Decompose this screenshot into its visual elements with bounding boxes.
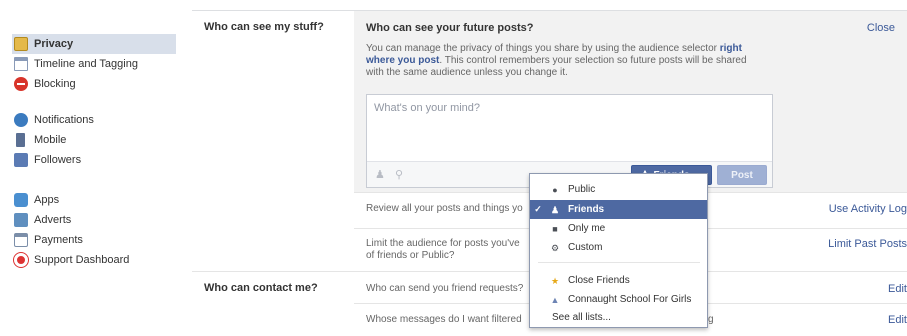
gear-icon: ⚙ bbox=[550, 242, 560, 253]
lock-icon: ■ bbox=[552, 223, 558, 234]
payments-icon bbox=[14, 233, 28, 247]
sidebar-item-blocking[interactable]: Blocking bbox=[12, 74, 176, 94]
friends-icon: ♟ bbox=[550, 204, 560, 215]
menu-item-connaught-school[interactable]: ▲ Connaught School For Girls bbox=[530, 290, 707, 309]
future-posts-editor: Who can see your future posts? Close You… bbox=[354, 11, 907, 192]
sidebar-item-notifications[interactable]: Notifications bbox=[12, 110, 176, 130]
apps-icon bbox=[14, 193, 28, 207]
school-icon: ▲ bbox=[550, 294, 560, 305]
sidebar-item-label: Adverts bbox=[34, 214, 72, 226]
section-label-contact: Who can contact me? bbox=[204, 282, 318, 294]
menu-item-friends[interactable]: ✓ ♟ Friends bbox=[530, 200, 707, 219]
message-filtering-text-tail: g bbox=[708, 314, 714, 325]
menu-item-label: Only me bbox=[568, 223, 606, 234]
menu-item-label: Custom bbox=[568, 242, 603, 253]
sidebar-item-privacy[interactable]: Privacy bbox=[12, 34, 176, 54]
menu-item-label: Public bbox=[568, 184, 596, 195]
limit-past-posts-text: Limit the audience for posts you've of f… bbox=[366, 238, 520, 262]
menu-item-label: Friends bbox=[568, 204, 605, 215]
globe-icon bbox=[14, 113, 28, 127]
menu-item-see-all-lists[interactable]: See all lists... bbox=[530, 308, 707, 327]
timeline-icon bbox=[14, 57, 28, 71]
sidebar-item-label: Followers bbox=[34, 154, 82, 166]
editor-description: You can manage the privacy of things you… bbox=[366, 43, 766, 79]
menu-item-only-me[interactable]: ■ Only me bbox=[530, 219, 707, 238]
sidebar-item-label: Notifications bbox=[34, 114, 94, 126]
menu-item-label: Connaught School For Girls bbox=[568, 294, 692, 305]
post-button[interactable]: Post bbox=[717, 165, 767, 185]
menu-item-label: Close Friends bbox=[568, 275, 630, 286]
check-icon: ✓ bbox=[534, 204, 542, 214]
menu-item-label: See all lists... bbox=[552, 312, 611, 323]
close-link[interactable]: Close bbox=[867, 22, 895, 34]
menu-item-public[interactable]: ● Public bbox=[530, 180, 707, 199]
message-filtering-edit-link[interactable]: Edit bbox=[888, 314, 907, 326]
sidebar-item-label: Payments bbox=[34, 234, 83, 246]
sidebar-group-privacy: Privacy Timeline and Tagging Blocking bbox=[12, 34, 176, 94]
sidebar-item-apps[interactable]: Apps bbox=[12, 190, 176, 210]
review-posts-text: Review all your posts and things yo bbox=[366, 203, 523, 214]
section-label-stuff: Who can see my stuff? bbox=[204, 21, 324, 33]
sidebar-item-support-dashboard[interactable]: Support Dashboard bbox=[12, 250, 176, 270]
sidebar-item-label: Timeline and Tagging bbox=[34, 58, 138, 70]
menu-item-close-friends[interactable]: ★ Close Friends bbox=[530, 271, 707, 290]
sidebar-item-timeline[interactable]: Timeline and Tagging bbox=[12, 54, 176, 74]
sidebar-item-label: Privacy bbox=[34, 38, 74, 50]
sidebar-group-apps: Apps Adverts Payments Support Dashboard bbox=[12, 190, 176, 270]
sidebar-item-followers[interactable]: Followers bbox=[12, 150, 176, 170]
limit-text-line: Limit the audience for posts you've bbox=[366, 238, 520, 249]
globe-icon: ● bbox=[552, 184, 558, 195]
friend-requests-edit-link[interactable]: Edit bbox=[888, 283, 907, 295]
sidebar-item-label: Apps bbox=[34, 194, 60, 206]
sidebar-item-mobile[interactable]: Mobile bbox=[12, 130, 176, 150]
tag-friends-icon[interactable]: ♟ bbox=[375, 169, 385, 181]
sidebar-item-adverts[interactable]: Adverts bbox=[12, 210, 176, 230]
followers-icon bbox=[14, 153, 28, 167]
sidebar-item-label: Blocking bbox=[34, 78, 76, 90]
support-icon bbox=[14, 253, 28, 267]
friend-requests-text: Who can send you friend requests? bbox=[366, 283, 524, 294]
sidebar-group-notifications: Notifications Mobile Followers bbox=[12, 110, 176, 170]
menu-divider bbox=[538, 262, 700, 263]
blocking-icon bbox=[14, 77, 28, 91]
adverts-icon bbox=[14, 213, 28, 227]
use-activity-log-link[interactable]: Use Activity Log bbox=[829, 203, 907, 215]
sidebar-item-label: Support Dashboard bbox=[34, 254, 130, 266]
composer-input[interactable]: What's on your mind? bbox=[374, 102, 480, 114]
limit-past-posts-link[interactable]: Limit Past Posts bbox=[828, 238, 907, 250]
privacy-icon bbox=[14, 37, 28, 51]
mobile-icon bbox=[16, 133, 25, 147]
limit-text-line: of friends or Public? bbox=[366, 250, 455, 261]
star-icon: ★ bbox=[550, 275, 560, 286]
menu-item-custom[interactable]: ⚙ Custom bbox=[530, 238, 707, 257]
location-pin-icon[interactable]: ⚲ bbox=[395, 169, 405, 181]
settings-sidebar: Privacy Timeline and Tagging Blocking No… bbox=[0, 0, 178, 336]
editor-title: Who can see your future posts? bbox=[366, 22, 534, 34]
sidebar-item-payments[interactable]: Payments bbox=[12, 230, 176, 250]
audience-dropdown-menu: ● Public ✓ ♟ Friends ■ Only me ⚙ Custom … bbox=[529, 173, 708, 328]
description-text: You can manage the privacy of things you… bbox=[366, 43, 720, 54]
message-filtering-text: Whose messages do I want filtered bbox=[366, 314, 522, 325]
sidebar-item-label: Mobile bbox=[34, 134, 67, 146]
